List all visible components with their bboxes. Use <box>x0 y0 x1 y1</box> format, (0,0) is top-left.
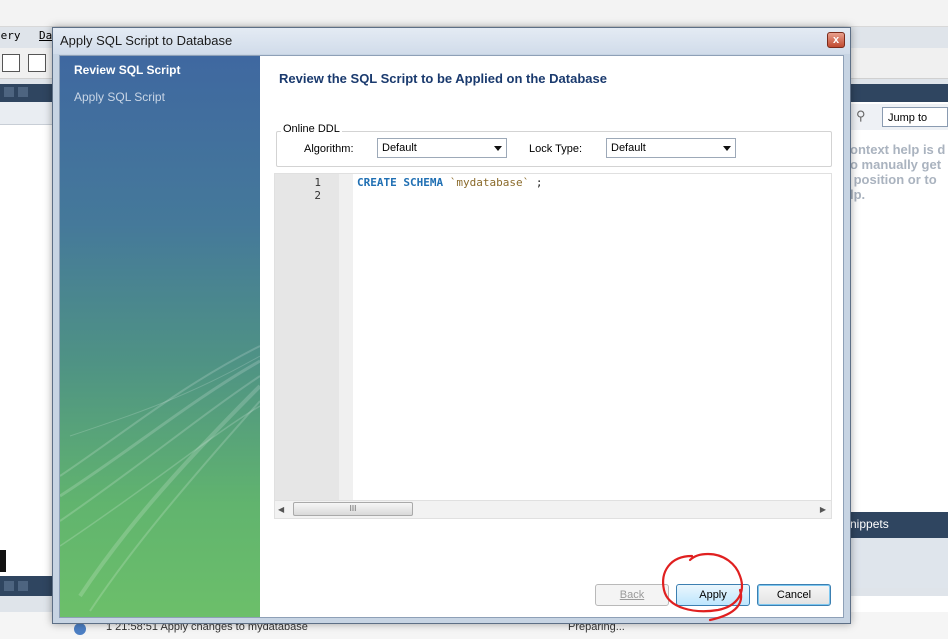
line-number: 2 <box>314 189 321 202</box>
lock-type-label: Lock Type: <box>529 143 582 155</box>
wizard-content: Review the SQL Script to be Applied on t… <box>260 56 843 617</box>
background-left-bar <box>0 576 60 596</box>
chevron-down-icon <box>723 146 731 151</box>
jump-to-select[interactable]: Jump to <box>882 107 948 127</box>
background-right-lower <box>850 538 948 588</box>
snippets-tab[interactable]: nippets <box>850 512 948 538</box>
algorithm-select[interactable]: Default <box>377 138 507 158</box>
dialog-titlebar[interactable]: Apply SQL Script to Database x <box>53 28 850 54</box>
red-circle-annotation <box>662 552 744 622</box>
sql-editor[interactable]: 1 2 CREATE SCHEMA `mydatabase` ; ◀ III ▶ <box>274 173 832 519</box>
chevron-down-icon <box>494 146 502 151</box>
sql-identifier: `mydatabase` <box>449 176 530 189</box>
background-left-lower <box>0 546 60 576</box>
wizard-step-apply: Apply SQL Script <box>74 90 165 104</box>
line-number-gutter: 1 2 <box>275 174 339 500</box>
lock-type-value: Default <box>611 142 646 154</box>
cancel-button[interactable]: Cancel <box>757 584 831 606</box>
sql-keyword: CREATE SCHEMA <box>357 176 444 189</box>
menu-database[interactable]: Da <box>39 29 52 42</box>
decorative-swoosh <box>60 345 260 612</box>
code-line[interactable]: CREATE SCHEMA `mydatabase` ; <box>357 176 542 189</box>
dialog-title: Apply SQL Script to Database <box>60 33 233 48</box>
scrollbar-thumb[interactable]: III <box>293 502 413 516</box>
algorithm-value: Default <box>382 142 417 154</box>
menu-query[interactable]: uery <box>0 29 21 42</box>
algorithm-label: Algorithm: <box>304 143 354 155</box>
background-titlebar <box>0 0 948 27</box>
close-icon[interactable]: x <box>827 32 845 48</box>
apply-sql-dialog: Apply SQL Script to Database x Review SQ… <box>52 27 851 624</box>
horizontal-scrollbar[interactable]: ◀ III ▶ <box>275 500 831 518</box>
online-ddl-legend: Online DDL <box>281 123 342 135</box>
status-icon <box>74 623 86 635</box>
dialog-body: Review SQL Script Apply SQL Script Revie… <box>59 55 844 618</box>
fold-margin <box>339 174 353 500</box>
help-icon[interactable]: ⚲ <box>856 108 872 124</box>
line-number: 1 <box>314 176 321 189</box>
scroll-right-icon[interactable]: ▶ <box>820 505 826 514</box>
context-help-text: ontext help is d o manually get position… <box>850 142 946 202</box>
sql-terminator: ; <box>535 176 543 189</box>
background-left-strip <box>0 102 60 125</box>
toolbar-new-query-icon[interactable] <box>28 54 46 72</box>
wizard-steps-sidebar: Review SQL Script Apply SQL Script <box>60 56 260 617</box>
wizard-step-review: Review SQL Script <box>74 63 181 77</box>
page-title: Review the SQL Script to be Applied on t… <box>279 71 607 86</box>
background-left-pane <box>0 102 60 562</box>
snippets-tab-label: nippets <box>850 517 889 531</box>
scroll-left-icon[interactable]: ◀ <box>278 505 284 514</box>
toolbar-sql-icon[interactable] <box>2 54 20 72</box>
lock-type-select[interactable]: Default <box>606 138 736 158</box>
